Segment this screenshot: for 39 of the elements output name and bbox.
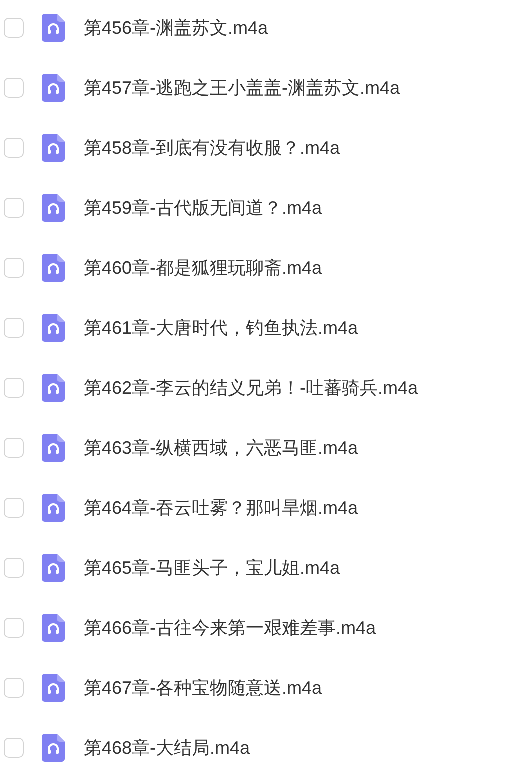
file-name[interactable]: 第466章-古往今来第一艰难差事.m4a	[84, 614, 376, 642]
file-name[interactable]: 第461章-大唐时代，钓鱼执法.m4a	[84, 314, 358, 342]
audio-file-icon	[42, 134, 65, 162]
file-name[interactable]: 第467章-各种宝物随意送.m4a	[84, 674, 322, 702]
checkbox[interactable]	[4, 138, 24, 158]
audio-file-icon	[42, 374, 65, 402]
checkbox[interactable]	[4, 678, 24, 698]
audio-file-icon	[42, 14, 65, 42]
audio-file-icon	[42, 614, 65, 642]
audio-file-icon	[42, 74, 65, 102]
audio-file-icon	[42, 494, 65, 522]
file-name[interactable]: 第463章-纵横西域，六恶马匪.m4a	[84, 434, 358, 462]
audio-file-icon	[42, 554, 65, 582]
checkbox[interactable]	[4, 18, 24, 38]
audio-file-icon	[42, 194, 65, 222]
file-name[interactable]: 第464章-吞云吐雾？那叫旱烟.m4a	[84, 494, 358, 522]
audio-file-icon	[42, 254, 65, 282]
file-name[interactable]: 第459章-古代版无间道？.m4a	[84, 194, 322, 222]
audio-file-icon	[42, 434, 65, 462]
checkbox[interactable]	[4, 198, 24, 218]
checkbox[interactable]	[4, 438, 24, 458]
checkbox[interactable]	[4, 78, 24, 98]
checkbox[interactable]	[4, 558, 24, 578]
checkbox[interactable]	[4, 258, 24, 278]
file-name[interactable]: 第462章-李云的结义兄弟！-吐蕃骑兵.m4a	[84, 374, 418, 402]
checkbox[interactable]	[4, 738, 24, 758]
checkbox[interactable]	[4, 378, 24, 398]
file-name[interactable]: 第457章-逃跑之王小盖盖-渊盖苏文.m4a	[84, 74, 400, 102]
audio-file-icon	[42, 674, 65, 702]
audio-file-icon	[42, 734, 65, 762]
file-name[interactable]: 第458章-到底有没有收服？.m4a	[84, 134, 340, 162]
checkbox[interactable]	[4, 318, 24, 338]
file-name[interactable]: 第468章-大结局.m4a	[84, 734, 250, 762]
file-name[interactable]: 第465章-马匪头子，宝儿姐.m4a	[84, 554, 340, 582]
checkbox[interactable]	[4, 498, 24, 518]
file-name[interactable]: 第456章-渊盖苏文.m4a	[84, 14, 268, 42]
audio-file-icon	[42, 314, 65, 342]
checkbox[interactable]	[4, 618, 24, 638]
file-name[interactable]: 第460章-都是狐狸玩聊斋.m4a	[84, 254, 322, 282]
